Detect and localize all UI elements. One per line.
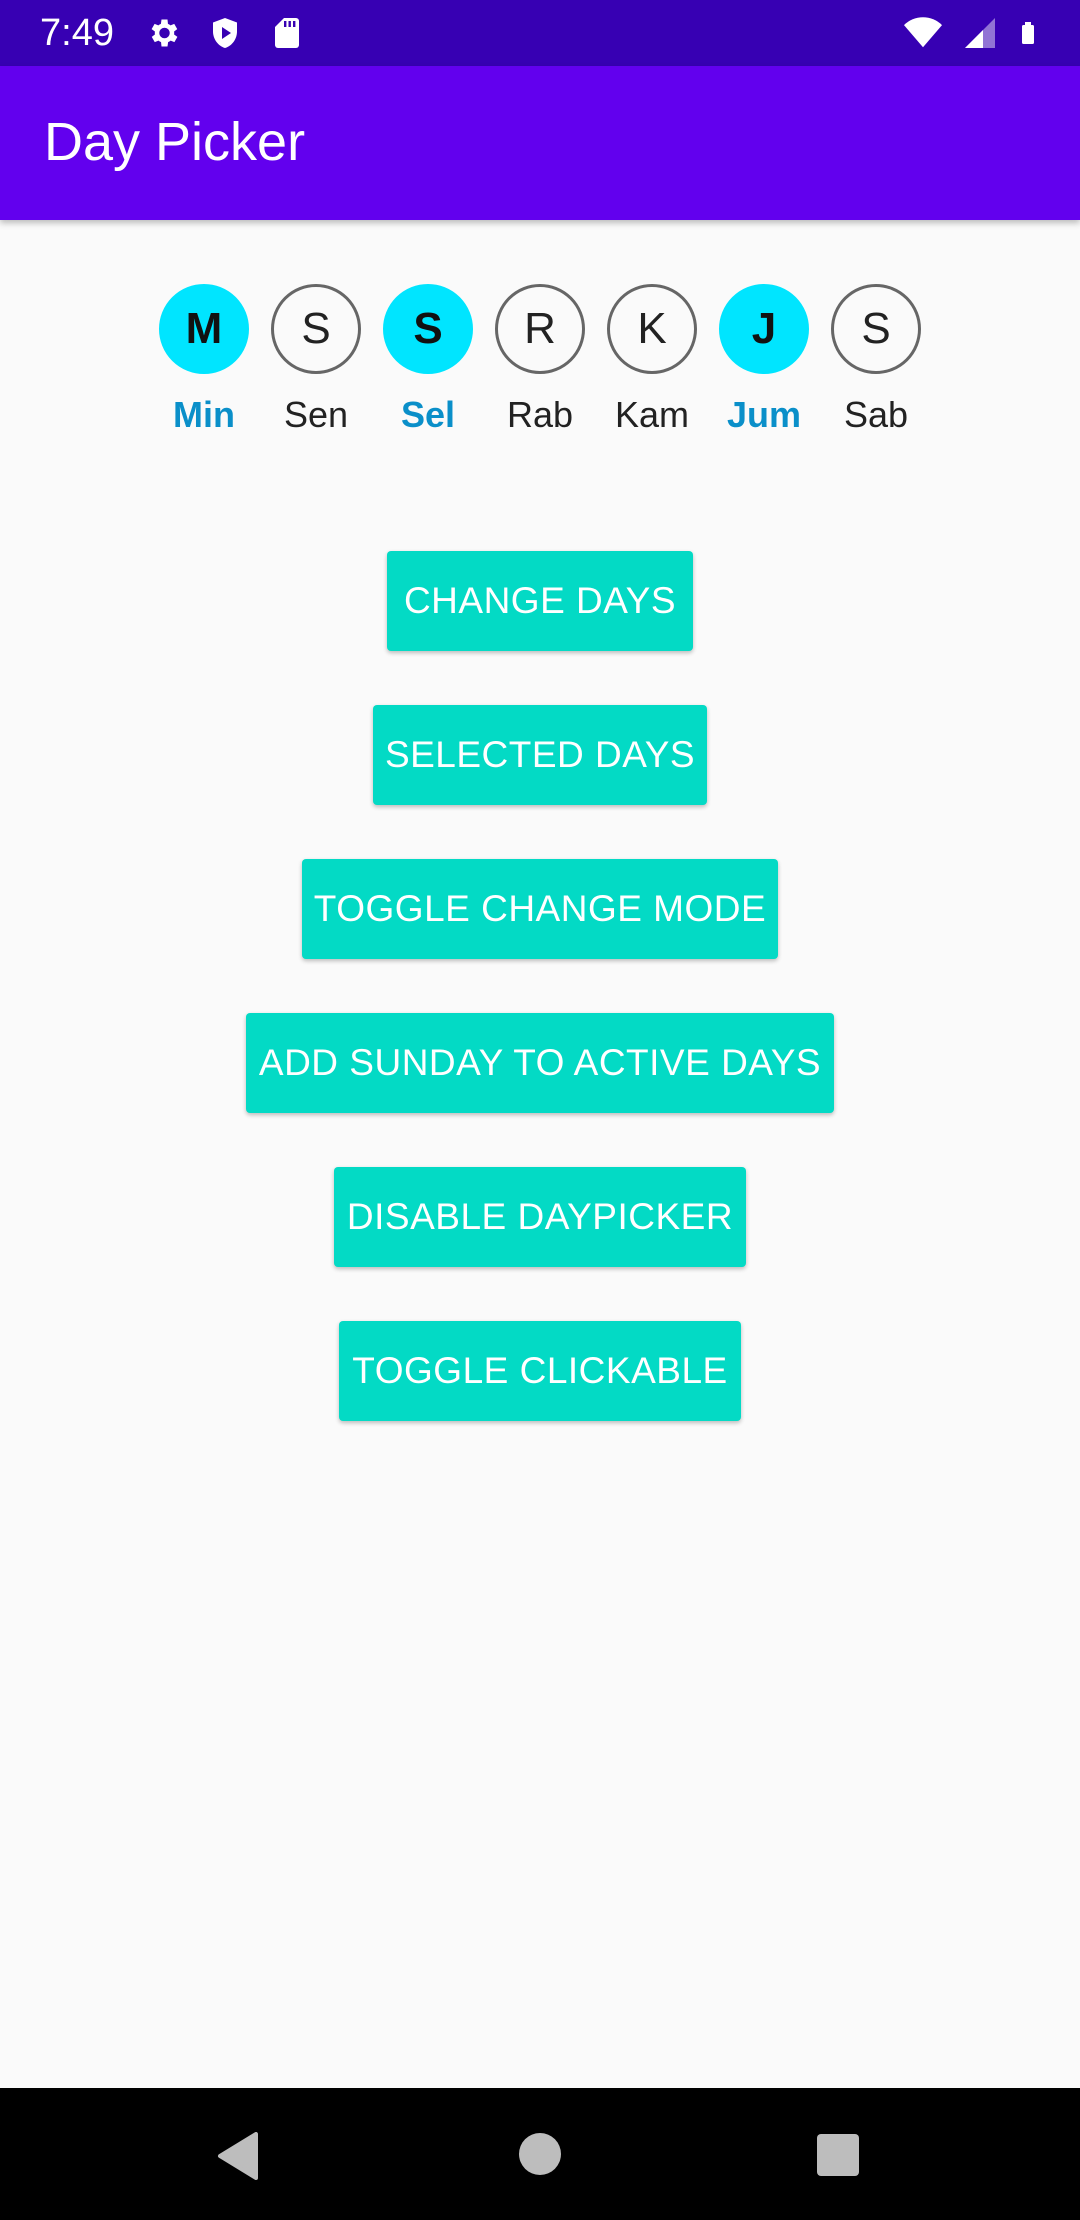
battery-icon <box>1022 22 1034 44</box>
day-circle[interactable]: J <box>719 284 809 374</box>
day-toggle-sen[interactable]: S Sen <box>271 284 361 436</box>
app-bar: Day Picker <box>0 66 1080 220</box>
home-icon[interactable] <box>519 2133 561 2175</box>
day-toggle-min[interactable]: M Min <box>159 284 249 436</box>
status-left-icons <box>145 15 305 51</box>
cellular-signal-icon <box>965 18 995 48</box>
day-circle[interactable]: S <box>383 284 473 374</box>
day-circle[interactable]: S <box>271 284 361 374</box>
selected-days-button[interactable]: SELECTED DAYS <box>373 705 707 805</box>
wifi-icon <box>904 17 942 48</box>
status-time: 7:49 <box>40 12 114 54</box>
day-label: Sen <box>283 394 349 435</box>
navigation-bar <box>0 2088 1080 2220</box>
day-label: Rab <box>506 394 574 435</box>
day-label: Jum <box>726 394 802 435</box>
disable-daypicker-button[interactable]: DISABLE DAYPICKER <box>334 1167 746 1267</box>
shield-play-icon <box>213 18 237 48</box>
day-circle[interactable]: R <box>495 284 585 374</box>
settings-icon <box>151 19 178 47</box>
status-right-icons <box>902 14 1040 52</box>
day-circle[interactable]: K <box>607 284 697 374</box>
back-icon[interactable] <box>216 2132 260 2180</box>
day-circle[interactable]: M <box>159 284 249 374</box>
day-picker: M Min S Sen S Sel R Rab K Kam J Jum S Sa… <box>0 284 1080 444</box>
day-label: Min <box>173 394 235 435</box>
day-label: Sab <box>843 394 909 435</box>
status-bar: 7:49 <box>0 0 1080 66</box>
sd-card-icon <box>275 18 299 48</box>
day-label: Sel <box>400 394 456 435</box>
day-circle[interactable]: S <box>831 284 921 374</box>
toggle-clickable-button[interactable]: TOGGLE CLICKABLE <box>339 1321 741 1421</box>
day-toggle-jum[interactable]: J Jum <box>719 284 809 436</box>
add-sunday-button[interactable]: ADD SUNDAY TO ACTIVE DAYS <box>246 1013 834 1113</box>
day-toggle-kam[interactable]: K Kam <box>607 284 697 436</box>
day-toggle-rab[interactable]: R Rab <box>495 284 585 436</box>
app-title: Day Picker <box>44 112 306 172</box>
change-days-button[interactable]: CHANGE DAYS <box>387 551 693 651</box>
recents-icon[interactable] <box>817 2134 859 2176</box>
day-label: Kam <box>614 394 690 435</box>
toggle-change-mode-button[interactable]: TOGGLE CHANGE MODE <box>302 859 778 959</box>
day-toggle-sel[interactable]: S Sel <box>383 284 473 436</box>
day-toggle-sab[interactable]: S Sab <box>831 284 921 436</box>
